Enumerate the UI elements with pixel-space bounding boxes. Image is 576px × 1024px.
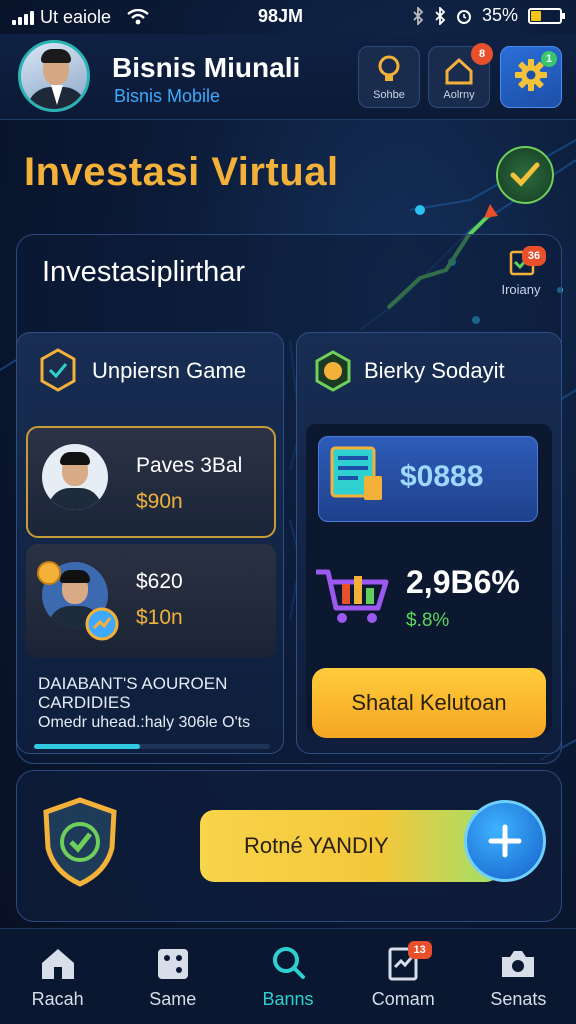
percent-value: 2,9B6% (406, 564, 520, 600)
percent-change: $.8% (406, 610, 450, 631)
note-title: DAIABANT'S AOUROEN CARDIDIES (38, 674, 228, 712)
search-icon (273, 947, 305, 979)
nav-item-racah[interactable]: Racah (0, 929, 115, 1024)
item-price: $90n (136, 490, 183, 513)
chat-bubble-icon (85, 607, 119, 641)
badge-icon (40, 348, 76, 392)
bluetooth-icon (435, 6, 446, 25)
status-bar: Ut eaiole 98JM 35% (0, 0, 576, 34)
nav-item-senats[interactable]: Senats (461, 929, 576, 1024)
plus-icon (488, 824, 522, 858)
person-avatar (42, 444, 108, 510)
wifi-icon (127, 9, 149, 25)
item-name: $620 (136, 570, 183, 593)
app-subtitle: Bisnis Mobile (114, 86, 221, 106)
nav-item-comam[interactable]: Comam 13 (346, 929, 461, 1024)
hero-title: Investasi Virtual (24, 150, 339, 194)
nav-item-banns[interactable]: Banns (230, 929, 345, 1024)
nav-item-same[interactable]: Same (115, 929, 230, 1024)
home-icon (41, 949, 74, 979)
coin-icon (37, 561, 61, 585)
settings-button[interactable]: 1 (500, 46, 562, 108)
note-description: Omedr uhead.:haly 306le O'ts (38, 714, 251, 731)
signal-icon (12, 9, 34, 25)
nav-label: Banns (262, 989, 314, 1009)
app-title: Bisnis Miunali (112, 52, 301, 83)
header-button-sohbe[interactable]: Sohbe (358, 46, 420, 108)
check-pen-icon (510, 162, 540, 187)
cart-icon (316, 569, 389, 623)
item-name: Paves 3Bal (136, 454, 243, 477)
savings-action-button[interactable]: Shatal Kelutoan (312, 668, 546, 738)
balance-value: $0888 (400, 460, 484, 493)
carrier-name: Ut eaiole (40, 6, 112, 27)
hero-action-button[interactable] (496, 146, 554, 204)
bottom-nav: Racah Same Banns Comam 13 Senats (0, 928, 576, 1024)
battery-percent: 35% (481, 5, 518, 25)
history-label: Iroiany (501, 282, 541, 297)
nav-label: Same (149, 989, 197, 1009)
header-button-aolrny[interactable]: Aolrny 8 (428, 43, 493, 108)
history-badge: 36 (522, 246, 546, 266)
panel-title: Investasiplirthar (42, 256, 246, 288)
battery-icon (528, 7, 565, 24)
home-icon (445, 57, 473, 85)
game-icon (157, 949, 188, 979)
notification-badge: 8 (471, 43, 493, 65)
header-button-label: Aolrny (443, 89, 475, 101)
nav-label: Racah (31, 989, 84, 1009)
coin-b-icon (315, 350, 351, 392)
game-card-title: Unpiersn Game (92, 358, 247, 383)
document-icon (330, 446, 382, 500)
header-button-label: Sohbe (373, 89, 405, 101)
lightbulb-icon (378, 55, 400, 81)
bluetooth-icon (413, 6, 424, 25)
avatar[interactable] (18, 40, 90, 112)
clock: 98JM (258, 6, 304, 26)
item-price: $10n (136, 606, 183, 629)
alarm-icon (456, 9, 471, 24)
history-button[interactable]: Iroiany 36 (488, 246, 554, 312)
camera-icon (502, 951, 535, 977)
shield-icon (43, 797, 117, 887)
add-button[interactable] (464, 800, 546, 882)
nav-label: Senats (490, 989, 547, 1009)
savings-card-title: Bierky Sodayit (364, 358, 505, 383)
primary-action-button[interactable]: Rotné YANDIY (200, 810, 500, 882)
notification-badge: 1 (541, 51, 557, 67)
nav-badge: 13 (407, 941, 432, 959)
nav-label: Comam (371, 989, 435, 1009)
progress-bar (34, 744, 270, 749)
